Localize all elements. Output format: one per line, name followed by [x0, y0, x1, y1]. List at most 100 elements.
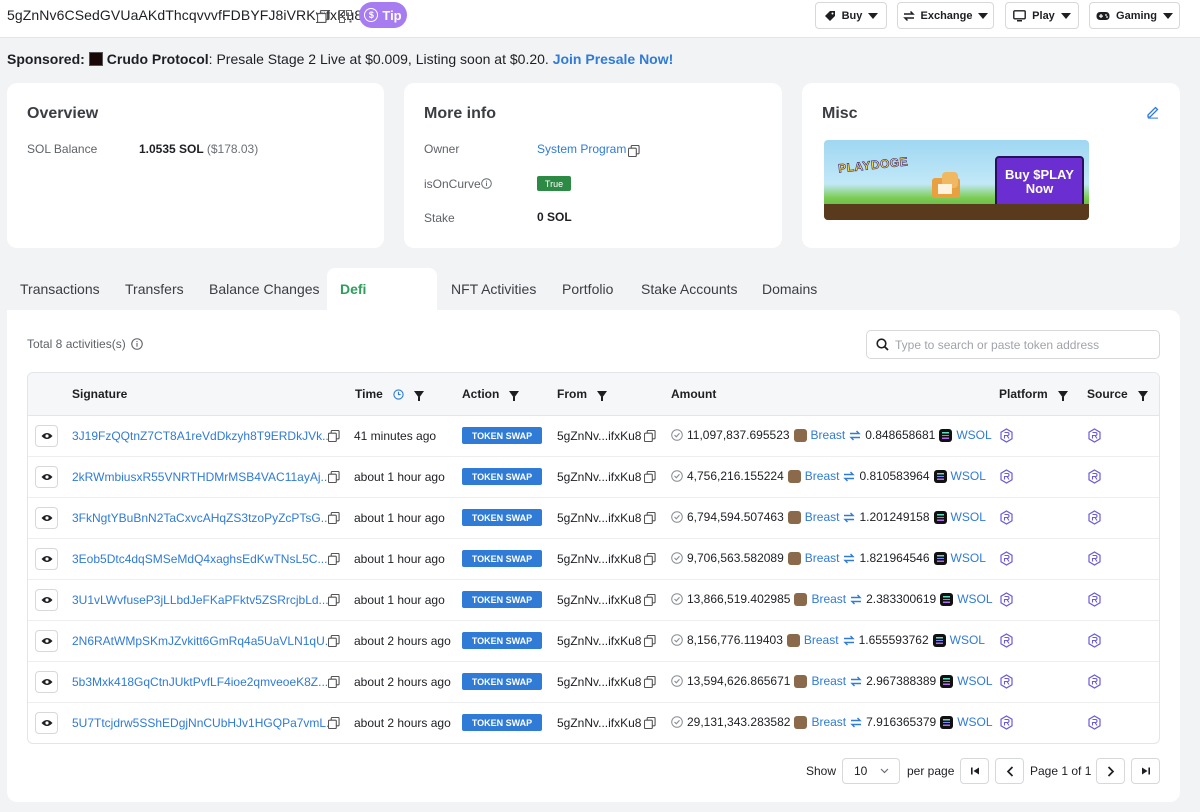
- tab-nft-activities[interactable]: NFT Activities: [438, 268, 549, 310]
- copy-icon[interactable]: [644, 512, 656, 524]
- view-details-button[interactable]: [35, 589, 58, 611]
- raydium-source-icon[interactable]: [1087, 592, 1102, 607]
- token-out-link[interactable]: WSOL: [957, 592, 992, 606]
- filter-icon[interactable]: [597, 390, 607, 401]
- token-out-link[interactable]: WSOL: [951, 551, 986, 565]
- token-in-link[interactable]: Breast: [805, 510, 840, 524]
- token-out-link[interactable]: WSOL: [957, 674, 992, 688]
- filter-icon[interactable]: [413, 390, 424, 401]
- tab-transactions[interactable]: Transactions: [7, 268, 113, 310]
- from-address[interactable]: 5gZnNv...ifxKu8: [557, 552, 641, 566]
- token-search-input[interactable]: Type to search or paste token address: [866, 330, 1160, 359]
- from-address[interactable]: 5gZnNv...ifxKu8: [557, 675, 641, 689]
- token-in-link[interactable]: Breast: [805, 469, 840, 483]
- tab-domains[interactable]: Domains: [749, 268, 830, 310]
- copy-icon[interactable]: [328, 676, 340, 688]
- signature-link[interactable]: 2N6RAtWMpSKmJZvkitt6GmRq4a5UaVLN1qU...: [72, 634, 335, 648]
- raydium-platform-icon[interactable]: [999, 428, 1014, 443]
- copy-icon[interactable]: [328, 430, 340, 442]
- from-address[interactable]: 5gZnNv...ifxKu8: [557, 716, 641, 730]
- copy-icon[interactable]: [644, 430, 656, 442]
- view-details-button[interactable]: [35, 712, 58, 734]
- tab-balance-changes[interactable]: Balance Changes: [196, 268, 333, 310]
- from-address[interactable]: 5gZnNv...ifxKu8: [557, 634, 641, 648]
- join-presale-link[interactable]: Join Presale Now!: [553, 51, 674, 67]
- token-in-link[interactable]: Breast: [811, 428, 846, 442]
- raydium-platform-icon[interactable]: [999, 674, 1014, 689]
- from-address[interactable]: 5gZnNv...ifxKu8: [557, 511, 641, 525]
- raydium-source-icon[interactable]: [1087, 551, 1102, 566]
- raydium-source-icon[interactable]: [1087, 469, 1102, 484]
- copy-icon[interactable]: [328, 594, 340, 606]
- raydium-source-icon[interactable]: [1087, 428, 1102, 443]
- copy-icon[interactable]: [328, 635, 340, 647]
- signature-link[interactable]: 3Eob5Dtc4dqSMSeMdQ4xaghsEdKwTNsL5C...: [72, 552, 327, 566]
- from-address[interactable]: 5gZnNv...ifxKu8: [557, 593, 641, 607]
- token-in-link[interactable]: Breast: [811, 592, 846, 606]
- tab-portfolio[interactable]: Portfolio: [549, 268, 626, 310]
- signature-link[interactable]: 5b3Mxk418GqCtnJUktPvfLF4ioe2qmveoeK8Z...: [72, 675, 328, 689]
- token-out-link[interactable]: WSOL: [951, 469, 986, 483]
- copy-icon[interactable]: [644, 717, 656, 729]
- copy-icon[interactable]: [644, 553, 656, 565]
- last-page-button[interactable]: [1131, 758, 1160, 784]
- copy-icon[interactable]: [644, 676, 656, 688]
- tab-transfers[interactable]: Transfers: [112, 268, 197, 310]
- copy-icon[interactable]: [644, 635, 656, 647]
- view-details-button[interactable]: [35, 507, 58, 529]
- copy-icon[interactable]: [627, 144, 641, 158]
- view-details-button[interactable]: [35, 671, 58, 693]
- view-details-button[interactable]: [35, 466, 58, 488]
- signature-link[interactable]: 3FkNgtYBuBnN2TaCxvcAHqZS3tzoPyZcPTsG...: [72, 511, 331, 525]
- buy-menu-button[interactable]: Buy: [815, 2, 887, 29]
- filter-icon[interactable]: [1137, 390, 1148, 401]
- raydium-source-icon[interactable]: [1087, 510, 1102, 525]
- clock-icon[interactable]: [393, 388, 404, 400]
- view-details-button[interactable]: [35, 630, 58, 652]
- from-address[interactable]: 5gZnNv...ifxKu8: [557, 429, 641, 443]
- copy-icon[interactable]: [316, 9, 330, 23]
- owner-link[interactable]: System Program: [537, 142, 626, 156]
- copy-icon[interactable]: [644, 594, 656, 606]
- prev-page-button[interactable]: [995, 758, 1024, 784]
- token-in-link[interactable]: Breast: [804, 633, 839, 647]
- tab-stake-accounts[interactable]: Stake Accounts: [628, 268, 751, 310]
- raydium-source-icon[interactable]: [1087, 633, 1102, 648]
- raydium-platform-icon[interactable]: [999, 715, 1014, 730]
- copy-icon[interactable]: [328, 471, 340, 483]
- view-details-button[interactable]: [35, 548, 58, 570]
- raydium-platform-icon[interactable]: [999, 633, 1014, 648]
- token-out-link[interactable]: WSOL: [950, 633, 985, 647]
- token-in-link[interactable]: Breast: [811, 715, 846, 729]
- raydium-platform-icon[interactable]: [999, 469, 1014, 484]
- copy-icon[interactable]: [644, 471, 656, 483]
- raydium-source-icon[interactable]: [1087, 674, 1102, 689]
- from-address[interactable]: 5gZnNv...ifxKu8: [557, 470, 641, 484]
- filter-icon[interactable]: [1057, 390, 1068, 401]
- copy-icon[interactable]: [328, 512, 340, 524]
- token-in-link[interactable]: Breast: [805, 551, 840, 565]
- raydium-platform-icon[interactable]: [999, 592, 1014, 607]
- signature-link[interactable]: 3J19FzQQtnZ7CT8A1reVdDkzyh8T9ERDkJVk...: [72, 429, 332, 443]
- next-page-button[interactable]: [1096, 758, 1125, 784]
- play-menu-button[interactable]: Play: [1005, 2, 1079, 29]
- playdoge-ad-banner[interactable]: PLAYDOGE Buy $PLAY Now: [824, 140, 1089, 220]
- token-out-link[interactable]: WSOL: [951, 510, 986, 524]
- signature-link[interactable]: 3U1vLWvfuseP3jLLbdJeFKaPFktv5ZSRrcjbLd..…: [72, 593, 329, 607]
- gaming-menu-button[interactable]: Gaming: [1089, 2, 1180, 29]
- signature-link[interactable]: 2kRWmbiusxR55VNRTHDMrMSB4VAC11ayAj...: [72, 470, 331, 484]
- first-page-button[interactable]: [960, 758, 989, 784]
- tab-defi-activities[interactable]: Defi Activities: [327, 268, 437, 339]
- edit-pencil-icon[interactable]: [1146, 105, 1160, 119]
- page-size-select[interactable]: 10: [842, 758, 900, 784]
- copy-icon[interactable]: [328, 553, 340, 565]
- tip-button[interactable]: $ Tip: [359, 2, 407, 28]
- signature-link[interactable]: 5U7Ttcjdrw5SShEDgjNnCUbHJv1HGQPa7vmL...: [72, 716, 336, 730]
- token-in-link[interactable]: Breast: [811, 674, 846, 688]
- raydium-source-icon[interactable]: [1087, 715, 1102, 730]
- qr-code-icon[interactable]: [338, 9, 352, 23]
- copy-icon[interactable]: [328, 717, 340, 729]
- exchange-menu-button[interactable]: Exchange: [897, 2, 994, 29]
- token-out-link[interactable]: WSOL: [956, 428, 991, 442]
- filter-icon[interactable]: [509, 390, 520, 401]
